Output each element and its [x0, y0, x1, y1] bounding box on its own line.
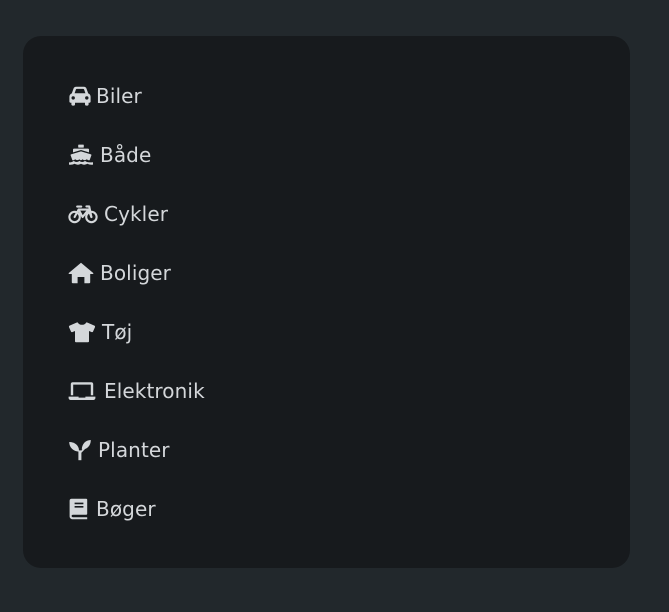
category-label: Både — [100, 143, 152, 167]
category-label: Cykler — [104, 202, 169, 226]
category-label: Tøj — [102, 320, 133, 344]
car-icon — [68, 86, 92, 106]
book-icon — [68, 498, 90, 520]
category-item-boliger[interactable]: Boliger — [68, 258, 205, 288]
category-label: Bøger — [96, 497, 156, 521]
category-item-biler[interactable]: Biler — [68, 81, 205, 111]
category-item-boeger[interactable]: Bøger — [68, 494, 205, 524]
bicycle-icon — [68, 204, 98, 224]
category-item-baade[interactable]: Både — [68, 140, 205, 170]
category-menu: Biler Både Cykler Boliger Tøj Elektronik… — [68, 81, 205, 524]
category-label: Planter — [98, 438, 170, 462]
category-label: Biler — [96, 84, 142, 108]
category-item-planter[interactable]: Planter — [68, 435, 205, 465]
category-label: Boliger — [100, 261, 171, 285]
house-icon — [68, 262, 94, 284]
category-item-cykler[interactable]: Cykler — [68, 199, 205, 229]
laptop-icon — [68, 381, 96, 401]
category-label: Elektronik — [104, 379, 205, 403]
category-item-elektronik[interactable]: Elektronik — [68, 376, 205, 406]
shirt-icon — [68, 321, 96, 343]
ship-icon — [68, 144, 94, 166]
seedling-icon — [68, 439, 92, 461]
category-panel: Biler Både Cykler Boliger Tøj Elektronik… — [23, 36, 630, 568]
category-item-toej[interactable]: Tøj — [68, 317, 205, 347]
